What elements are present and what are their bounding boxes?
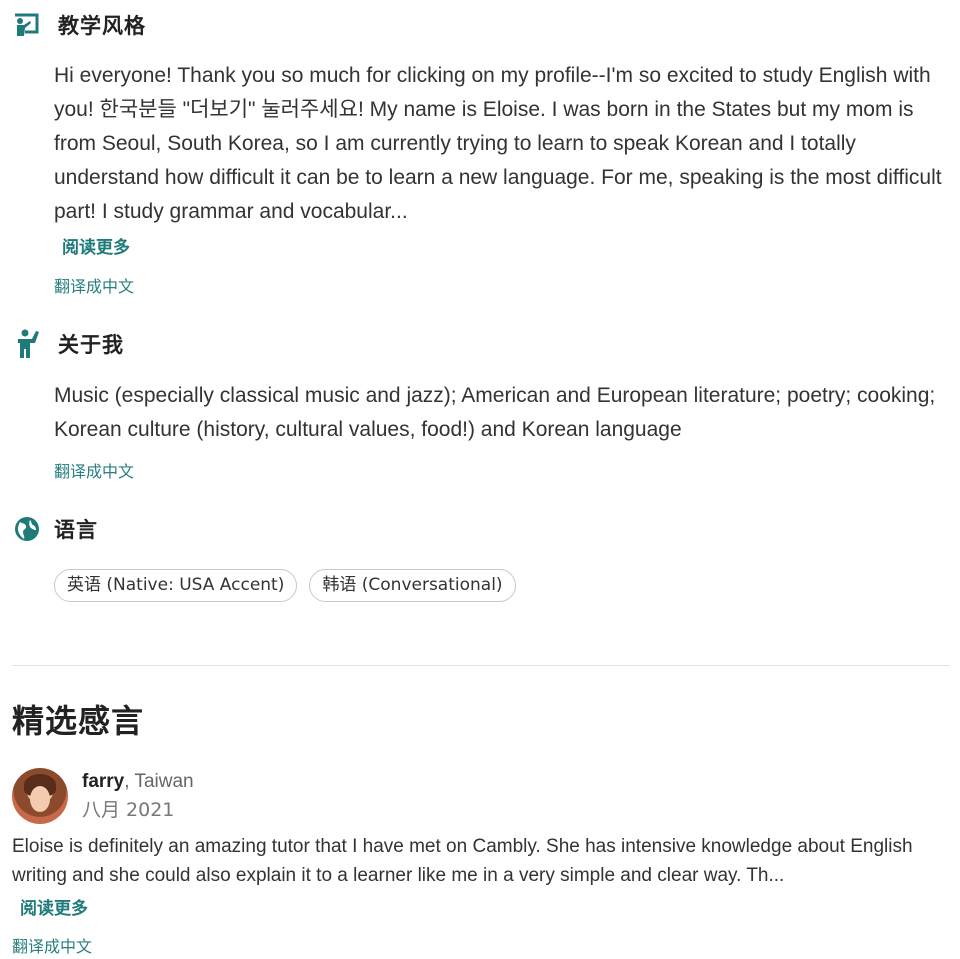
about-me-title: 关于我	[58, 333, 124, 357]
review-text: Eloise is definitely an amazing tutor th…	[12, 836, 913, 886]
languages-title: 语言	[54, 518, 98, 542]
whiteboard-icon	[12, 10, 42, 40]
review-header: farry, Taiwan 八月 2021	[12, 768, 194, 824]
languages-header: 语言	[12, 514, 98, 544]
language-tag: 英语 (Native: USA Accent)	[54, 569, 298, 602]
section-divider	[12, 665, 950, 666]
translate-link[interactable]: 翻译成中文	[54, 273, 134, 297]
translate-link[interactable]: 翻译成中文	[12, 933, 92, 957]
avatar	[12, 768, 68, 824]
read-more-link[interactable]: 阅读更多	[62, 233, 130, 258]
review-date: 八月 2021	[82, 799, 175, 821]
teaching-style-text: Hi everyone! Thank you so much for click…	[54, 64, 942, 223]
teaching-style-title: 教学风格	[58, 14, 146, 38]
reviewer-line: farry, Taiwan	[82, 768, 194, 796]
language-tag: 韩语 (Conversational)	[309, 569, 516, 602]
about-me-text: Music (especially classical music and ja…	[54, 384, 936, 441]
teaching-style-header: 教学风格	[12, 10, 146, 40]
about-me-header: 关于我	[12, 329, 124, 359]
reviewer-name: farry	[82, 771, 125, 792]
translate-link[interactable]: 翻译成中文	[54, 458, 134, 482]
language-tags: 英语 (Native: USA Accent) 韩语 (Conversation…	[54, 569, 516, 602]
testimonials-title: 精选感言	[12, 702, 145, 740]
read-more-link[interactable]: 阅读更多	[20, 894, 88, 919]
globe-icon	[12, 514, 42, 544]
reviewer-location: , Taiwan	[124, 771, 194, 792]
person-waving-icon	[12, 329, 42, 359]
